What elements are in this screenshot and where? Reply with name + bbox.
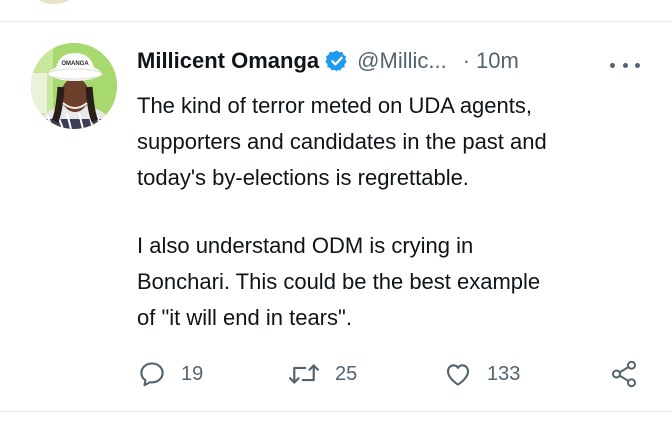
top-divider: [0, 21, 672, 22]
avatar[interactable]: OMANGA: [31, 43, 117, 129]
reply-count: 19: [181, 362, 204, 385]
retweet-icon: [288, 364, 320, 384]
avatar-hat-text: OMANGA: [61, 61, 89, 67]
tweet-timestamp[interactable]: 10m: [476, 48, 519, 74]
retweet-count: 25: [335, 362, 358, 385]
tweet-text: The kind of terror meted on UDA agents, …: [137, 88, 657, 336]
like-count: 133: [487, 362, 521, 385]
more-options-icon[interactable]: [610, 60, 640, 70]
author-name[interactable]: Millicent Omanga: [137, 48, 319, 74]
bottom-divider: [0, 411, 672, 412]
tweet-actions: 19 25 133: [137, 356, 647, 392]
like-icon: [446, 364, 470, 386]
separator-dot: ·: [462, 48, 471, 73]
tweet-text-line: today's by-elections is regrettable.: [137, 165, 469, 190]
verified-badge-icon: [325, 49, 349, 73]
more-dot: [635, 62, 640, 68]
retweet-button[interactable]: 25: [287, 356, 357, 392]
more-dot: [622, 62, 628, 68]
reply-icon: [140, 362, 164, 387]
share-button[interactable]: [609, 356, 639, 392]
more-dot: [610, 62, 615, 68]
tweet-text-line: supporters and candidates in the past an…: [137, 129, 547, 154]
author-handle[interactable]: @Millic...: [357, 48, 447, 74]
share-icon: [612, 360, 636, 388]
tweet-text-line: The kind of terror meted on UDA agents,: [137, 93, 532, 118]
tweet-header: Millicent Omanga @Millic... · 10m: [137, 44, 647, 78]
like-button[interactable]: 133: [443, 356, 520, 392]
tweet-text-line: of "it will end in tears".: [137, 305, 352, 330]
avatar-image: OMANGA: [31, 43, 117, 129]
tweet-text-line: Bonchari. This could be the best example: [137, 269, 541, 294]
previous-tweet-avatar-edge: [36, 0, 72, 4]
reply-button[interactable]: 19: [137, 356, 203, 392]
tweet-text-line: I also understand ODM is crying in: [137, 233, 474, 258]
